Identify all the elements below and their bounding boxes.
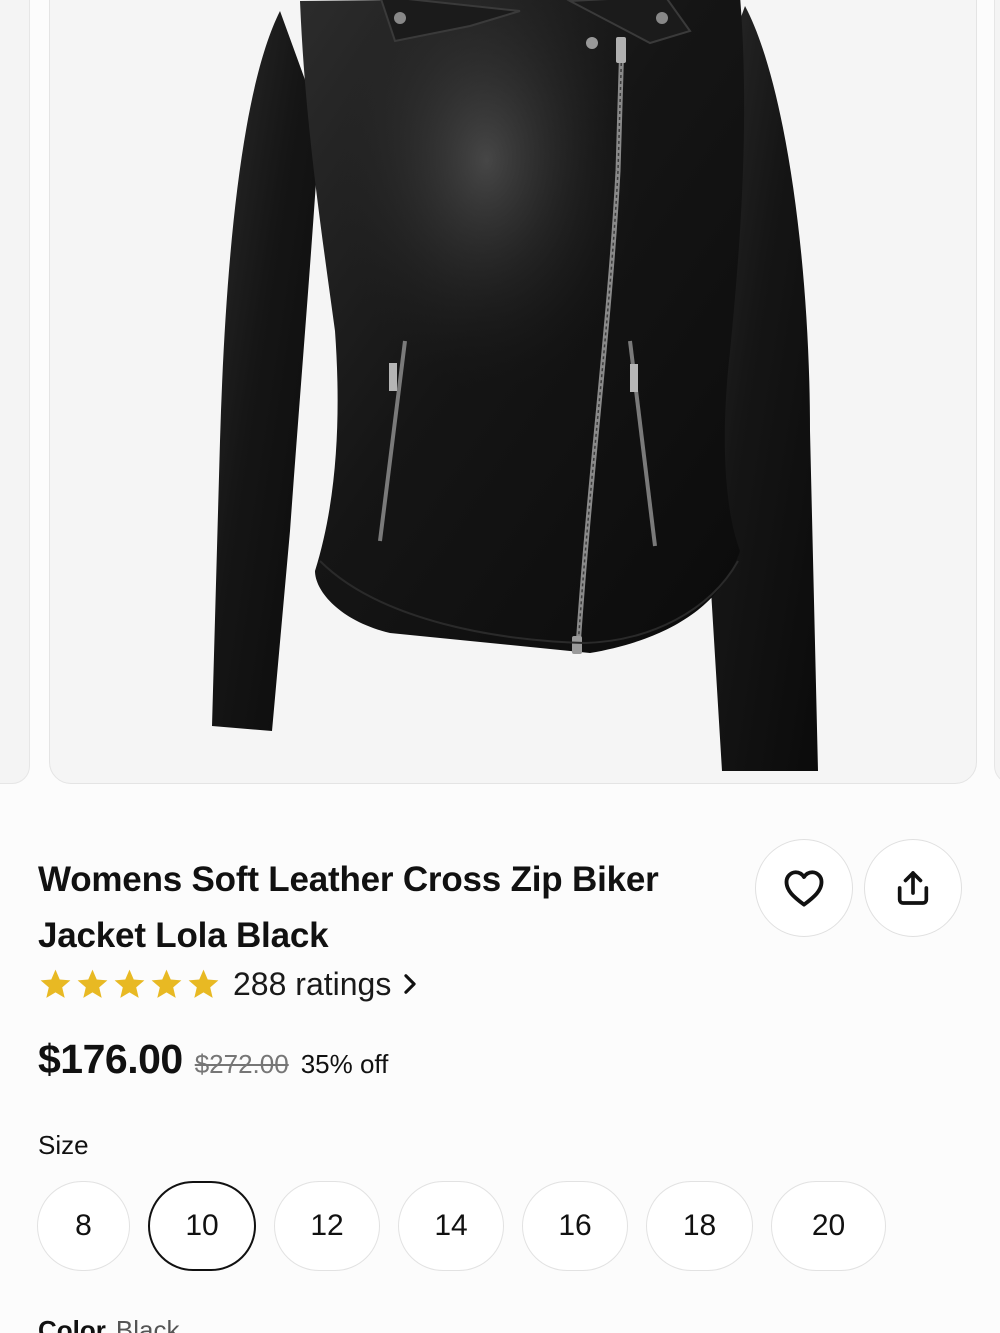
size-option-12[interactable]: 12 — [274, 1181, 380, 1271]
color-label: Color — [38, 1315, 106, 1333]
star-icon — [40, 969, 71, 998]
star-icon — [77, 969, 108, 998]
ratings-link[interactable]: 288 ratings — [38, 962, 417, 1006]
star-icon — [188, 969, 219, 998]
favorite-button[interactable] — [755, 839, 853, 937]
share-button[interactable] — [864, 839, 962, 937]
star-icon — [114, 969, 145, 998]
size-option-16[interactable]: 16 — [522, 1181, 628, 1271]
price-row: $176.00 $272.00 35% off — [38, 1036, 388, 1088]
discount-label: 35% off — [300, 1049, 389, 1079]
previous-image-card[interactable] — [0, 0, 30, 784]
heart-icon — [784, 870, 824, 907]
product-title: Womens Soft Leather Cross Zip Biker Jack… — [38, 860, 659, 955]
image-gallery[interactable] — [0, 0, 1000, 790]
star-rating — [38, 967, 221, 1002]
size-option-10[interactable]: 10 — [148, 1181, 256, 1271]
color-value: Black — [115, 1315, 180, 1333]
ratings-count: 288 ratings — [233, 965, 392, 1002]
star-icon — [151, 969, 182, 998]
current-price: $176.00 — [38, 1036, 183, 1082]
size-option-14[interactable]: 14 — [398, 1181, 504, 1271]
color-row: Color Black — [38, 1315, 179, 1333]
size-option-8[interactable]: 8 — [37, 1181, 130, 1271]
original-price: $272.00 — [194, 1049, 289, 1079]
chevron-right-icon — [404, 974, 416, 994]
size-option-20[interactable]: 20 — [771, 1181, 886, 1271]
leather-jacket-image — [212, 0, 818, 771]
product-image[interactable] — [49, 0, 977, 784]
size-option-18[interactable]: 18 — [646, 1181, 753, 1271]
size-label: Size — [38, 1130, 89, 1160]
share-icon — [897, 871, 929, 905]
next-image-card[interactable] — [994, 0, 1000, 784]
